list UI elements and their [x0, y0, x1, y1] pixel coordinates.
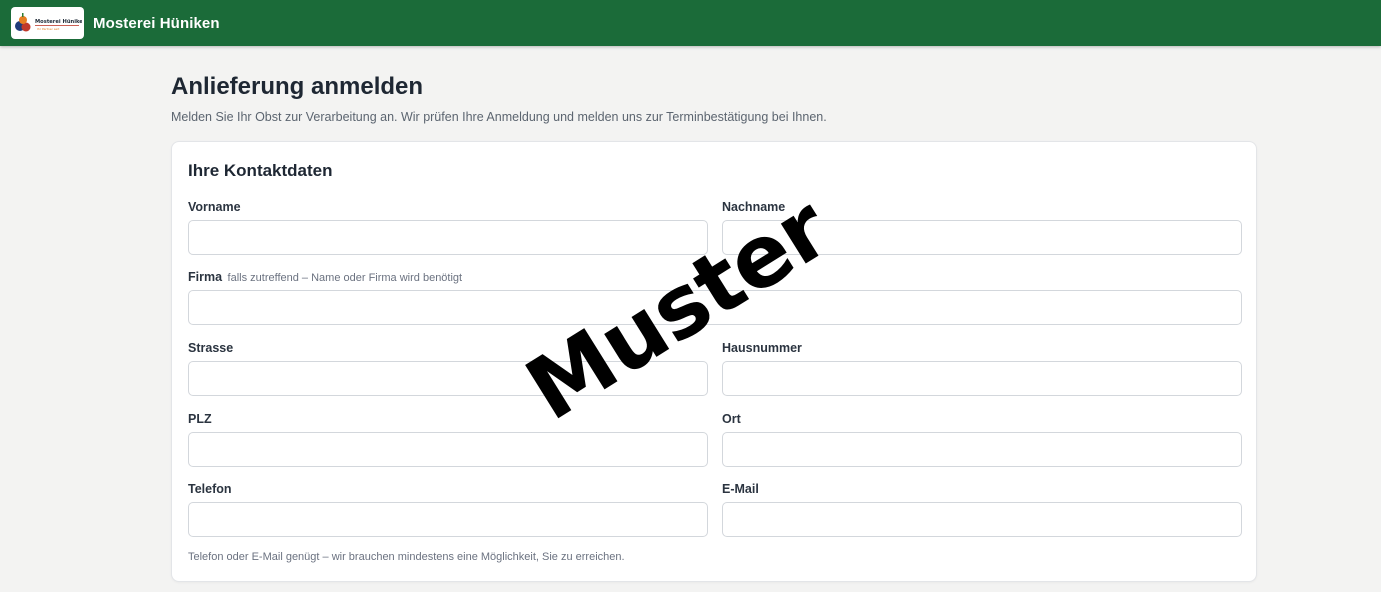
vorname-field: Vorname — [188, 200, 708, 255]
brand-logo[interactable]: Mosterei Hüniken Ihr Partner seit — [11, 7, 84, 39]
vorname-input[interactable] — [188, 220, 708, 255]
telefon-label: Telefon — [188, 482, 232, 496]
page-subtitle: Melden Sie Ihr Obst zur Verarbeitung an.… — [171, 110, 827, 124]
email-field: E-Mail — [722, 482, 1242, 537]
hausnummer-field: Hausnummer — [722, 341, 1242, 396]
plz-input[interactable] — [188, 432, 708, 467]
ort-input[interactable] — [722, 432, 1242, 467]
svg-text:Mosterei Hüniken: Mosterei Hüniken — [35, 19, 82, 25]
nachname-label: Nachname — [722, 200, 786, 214]
firma-field: Firma falls zutreffend – Name oder Firma… — [188, 270, 1242, 325]
nachname-input[interactable] — [722, 220, 1242, 255]
firma-hint: falls zutreffend – Name oder Firma wird … — [227, 272, 463, 284]
vorname-label: Vorname — [188, 200, 241, 214]
strasse-label: Strasse — [188, 341, 234, 355]
ort-label: Ort — [722, 412, 741, 426]
telefon-field: Telefon — [188, 482, 708, 537]
email-input[interactable] — [722, 502, 1242, 537]
strasse-field: Strasse — [188, 341, 708, 396]
brand-name[interactable]: Mosterei Hüniken — [93, 15, 220, 32]
hausnummer-input[interactable] — [722, 361, 1242, 396]
section-title: Ihre Kontaktdaten — [188, 161, 333, 180]
firma-label-row: Firma falls zutreffend – Name oder Firma… — [188, 270, 1242, 285]
contact-card: Ihre Kontaktdaten Vorname Nachname Firma… — [171, 141, 1257, 582]
hausnummer-label: Hausnummer — [722, 341, 802, 355]
firma-input[interactable] — [188, 290, 1242, 325]
plz-label: PLZ — [188, 412, 212, 426]
svg-text:Ihr Partner seit: Ihr Partner seit — [37, 27, 60, 31]
page-title: Anlieferung anmelden — [171, 73, 424, 100]
telefon-input[interactable] — [188, 502, 708, 537]
firma-label: Firma — [188, 270, 223, 284]
strasse-input[interactable] — [188, 361, 708, 396]
email-label: E-Mail — [722, 482, 759, 496]
contact-hint: Telefon oder E-Mail genügt – wir brauche… — [188, 551, 625, 563]
plz-field: PLZ — [188, 412, 708, 467]
nachname-field: Nachname — [722, 200, 1242, 255]
ort-field: Ort — [722, 412, 1242, 467]
main-content: Anlieferung anmelden Melden Sie Ihr Obst… — [171, 46, 1257, 582]
top-bar: Mosterei Hüniken Ihr Partner seit Moster… — [0, 0, 1381, 46]
logo-graphic: Mosterei Hüniken Ihr Partner seit — [15, 13, 82, 32]
